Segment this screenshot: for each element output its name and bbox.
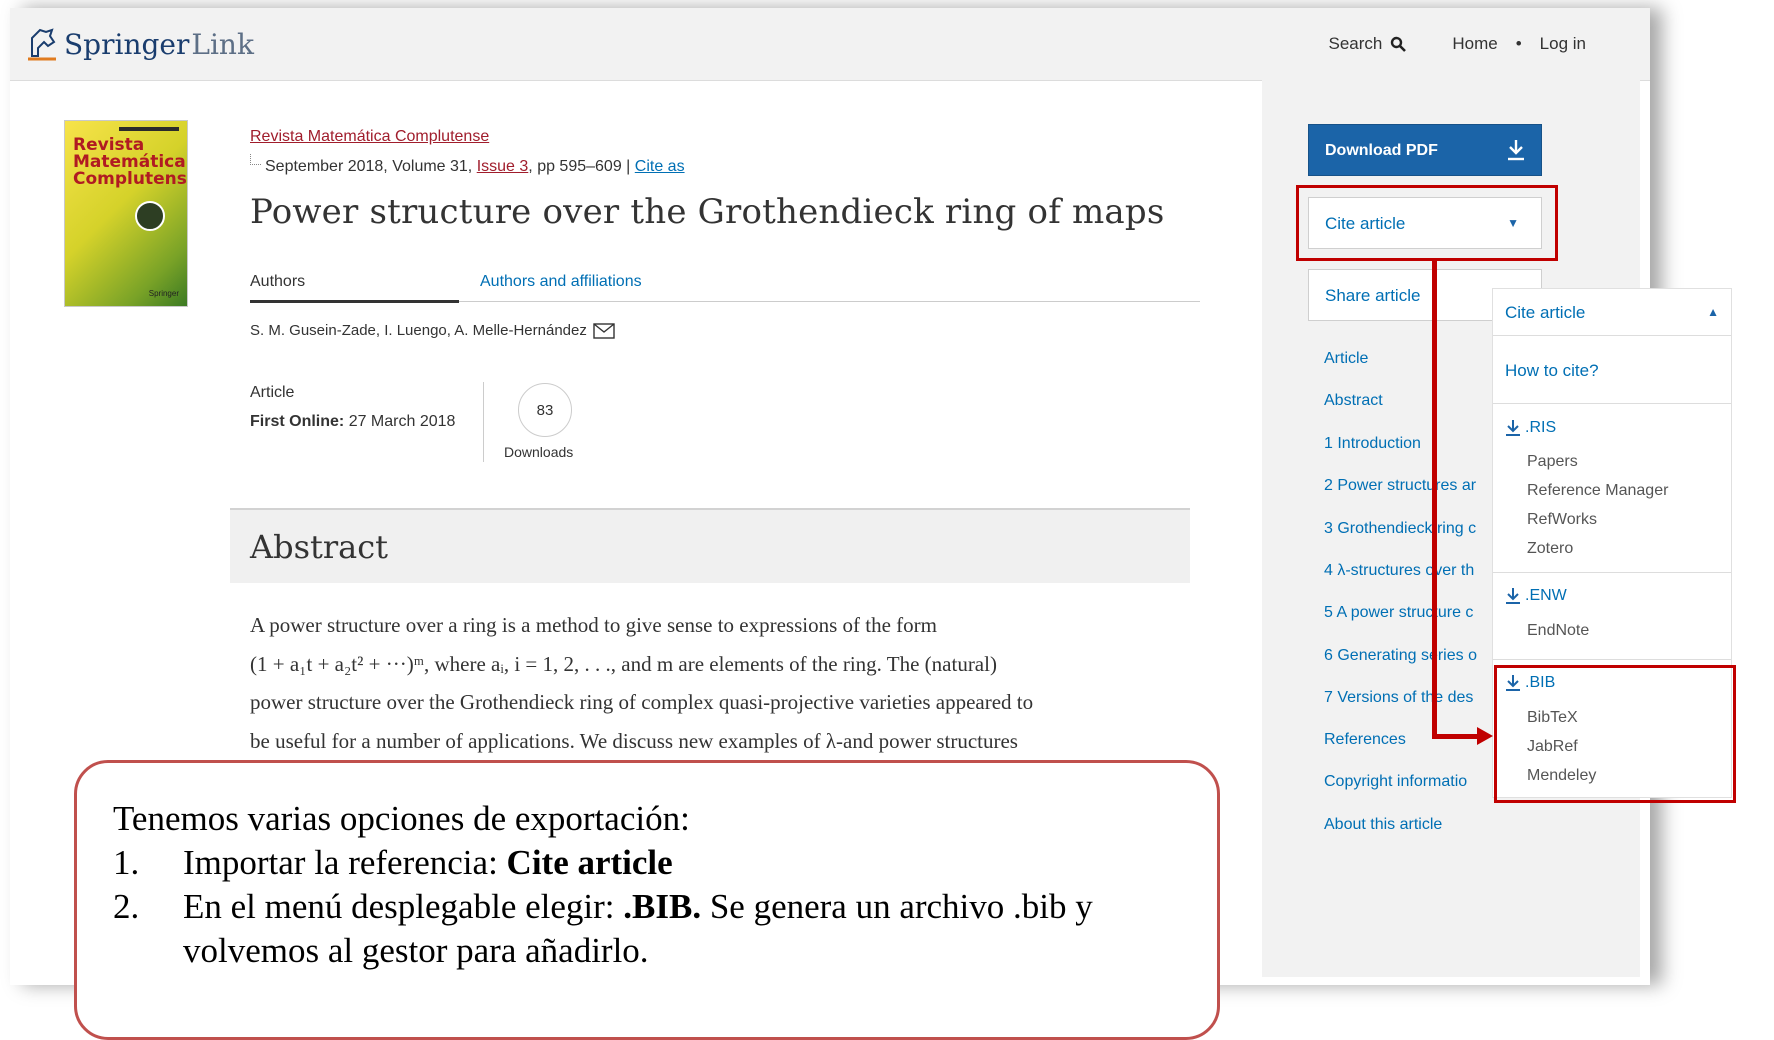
how-to-cite-link[interactable]: How to cite?: [1505, 361, 1599, 381]
toc-item[interactable]: 1 Introduction: [1324, 435, 1494, 477]
annotation-connector-vertical: [1432, 261, 1437, 739]
ris-app-item: Reference Manager: [1527, 482, 1669, 499]
toc-item[interactable]: 7 Versions of the des: [1324, 689, 1494, 731]
callout-step-2-line2: volvemos al gestor para añadirlo.: [183, 931, 649, 970]
download-icon: [1506, 588, 1520, 604]
dropdown-divider: [1493, 659, 1731, 660]
login-link[interactable]: Log in: [1540, 34, 1586, 54]
cite-as-link[interactable]: Cite as: [635, 158, 685, 175]
table-of-contents-tail: References Copyright informatio About th…: [1324, 731, 1467, 858]
abstract-line: be useful for a number of applications. …: [250, 728, 1018, 753]
search-link[interactable]: Search: [1328, 34, 1407, 54]
nav-separator: •: [1515, 34, 1522, 53]
cite-dropdown-title: Cite article: [1505, 303, 1586, 322]
first-online-date: 27 March 2018: [348, 413, 456, 430]
cover-publisher: Springer: [148, 289, 179, 298]
download-pdf-label: Download PDF: [1325, 142, 1438, 159]
tab-authors-affiliations[interactable]: Authors and affiliations: [480, 273, 642, 291]
callout-step-1: Importar la referencia: Cite article: [183, 843, 673, 883]
enw-download-link[interactable]: .ENW: [1505, 587, 1567, 605]
download-icon: [1508, 140, 1524, 161]
toc-item[interactable]: 3 Grothendieck ring c: [1324, 520, 1494, 562]
first-online-label: First Online:: [250, 413, 345, 430]
ris-download-link[interactable]: .RIS: [1505, 419, 1556, 437]
springerlink-logo[interactable]: Springer Link: [26, 20, 254, 68]
download-pdf-button[interactable]: Download PDF: [1308, 124, 1542, 176]
home-link[interactable]: Home: [1452, 34, 1497, 54]
caret-up-icon: ▲: [1707, 305, 1719, 319]
tab-authors[interactable]: Authors: [250, 273, 459, 303]
ris-app-item: RefWorks: [1527, 511, 1597, 528]
author-list: S. M. Gusein-Zade, I. Luengo, A. Melle-H…: [250, 322, 615, 339]
abstract-section-header: Abstract: [230, 508, 1190, 583]
article-title: Power structure over the Grothendieck ri…: [250, 192, 1165, 232]
toc-item[interactable]: 4 λ-structures over th: [1324, 562, 1494, 604]
toc-item[interactable]: 6 Generating series o: [1324, 647, 1494, 689]
meta-prefix: September 2018, Volume 31,: [265, 158, 477, 175]
search-icon: [1391, 36, 1407, 52]
issue-link[interactable]: Issue 3: [477, 158, 529, 175]
abstract-line: power structure over the Grothendieck ri…: [250, 690, 1034, 714]
step-2-rest: Se genera un archivo .bib y: [701, 887, 1093, 926]
dropdown-divider: [1493, 572, 1731, 573]
springer-horse-icon: [28, 28, 56, 61]
download-icon: [1506, 420, 1520, 436]
share-article-label: Share article: [1325, 286, 1421, 305]
abstract-line: A power structure over a ring is a metho…: [250, 613, 938, 637]
toc-item[interactable]: 2 Power structures ar: [1324, 477, 1494, 519]
callout-step-number: 2.: [113, 887, 140, 926]
article-meta: September 2018, Volume 31, Issue 3, pp 5…: [250, 154, 685, 176]
abstract-text: A power structure over a ring is a metho…: [250, 606, 1190, 760]
annotation-arrowhead: [1477, 727, 1493, 745]
email-icon[interactable]: [593, 322, 615, 339]
toc-item[interactable]: Copyright informatio: [1324, 773, 1467, 815]
step-2-bold: .BIB.: [623, 887, 702, 926]
meta-pages: , pp 595–609 |: [528, 158, 635, 175]
instruction-callout: Tenemos varias opciones de exportación: …: [74, 760, 1220, 1040]
cover-emblem: [135, 201, 165, 231]
metrics-divider: [483, 382, 484, 462]
article-type: Article: [250, 384, 295, 401]
table-of-contents: Article Abstract 1 Introduction 2 Power …: [1324, 350, 1494, 732]
cover-bar: [119, 127, 179, 131]
bib-highlight: [1494, 665, 1736, 803]
toc-item[interactable]: 5 A power structure c: [1324, 604, 1494, 646]
downloads-count: 83: [518, 383, 572, 437]
enw-app-item: EndNote: [1527, 622, 1590, 639]
cover-title-line: Complutense: [73, 169, 188, 189]
ris-app-item: Papers: [1527, 453, 1578, 470]
logo-springer-text: Springer: [64, 27, 190, 61]
callout-step-number: 1.: [113, 843, 140, 882]
author-names: S. M. Gusein-Zade, I. Luengo, A. Melle-H…: [250, 322, 587, 339]
cite-article-highlight: [1296, 185, 1558, 261]
annotation-connector-horizontal: [1432, 734, 1478, 739]
downloads-label: Downloads: [504, 444, 574, 460]
site-header: Springer Link Search Home • Log in: [10, 8, 1650, 81]
ris-label: .RIS: [1525, 419, 1557, 436]
toc-item[interactable]: Abstract: [1324, 392, 1494, 434]
step-2-text: En el menú desplegable elegir:: [183, 887, 624, 926]
ris-app-item: Zotero: [1527, 540, 1574, 557]
step-1-bold: Cite article: [506, 843, 673, 882]
enw-label: .ENW: [1525, 587, 1567, 604]
toc-item[interactable]: About this article: [1324, 816, 1467, 858]
callout-step-2: En el menú desplegable elegir: .BIB. Se …: [183, 887, 1093, 927]
step-1-text: Importar la referencia:: [183, 843, 507, 882]
abstract-heading: Abstract: [250, 528, 389, 566]
first-online: First Online: 27 March 2018: [250, 413, 455, 431]
author-tabs: Authors Authors and affiliations: [250, 265, 1200, 303]
tree-connector: [250, 154, 261, 165]
cover-title: Revista Matemática Complutense: [73, 137, 188, 189]
toc-item[interactable]: Article: [1324, 350, 1494, 392]
journal-link[interactable]: Revista Matemática Complutense: [250, 128, 489, 146]
journal-cover-image[interactable]: Revista Matemática Complutense Springer: [64, 120, 188, 307]
dropdown-divider: [1493, 403, 1731, 404]
cite-dropdown-header[interactable]: Cite article ▲: [1493, 289, 1731, 336]
search-label: Search: [1328, 34, 1383, 53]
callout-intro: Tenemos varias opciones de exportación:: [113, 799, 690, 838]
abstract-line: (1 + a₁t + a₂t² + ···)ᵐ, where aᵢ, i = 1…: [250, 651, 997, 676]
header-nav: Search Home • Log in: [1328, 34, 1586, 54]
logo-link-text: Link: [191, 27, 254, 61]
